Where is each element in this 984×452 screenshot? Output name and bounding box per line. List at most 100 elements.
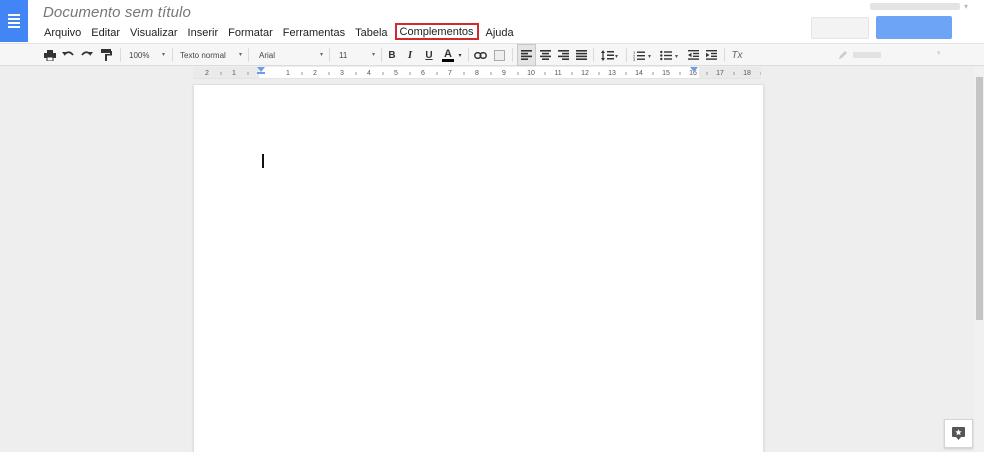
ruler-tick-mark [247,72,249,75]
paint-format-icon[interactable] [98,44,114,66]
text-color-caret-icon[interactable]: ▾ [455,44,465,66]
font-value: Arial [259,50,276,60]
ruler-tick-label: 10 [527,70,535,77]
menu-editar[interactable]: Editar [86,24,125,41]
ruler-tick-mark [544,72,546,75]
ruler[interactable]: 2 1 1 2 3 4 5 6 7 8 9 10 11 12 13 14 15 16 17 18 [193,67,761,79]
ruler-tick-mark [301,72,303,75]
font-size-value: 11 [339,50,348,60]
svg-text:3: 3 [633,57,636,61]
menu-ajuda[interactable]: Ajuda [481,24,519,41]
ruler-tick-label: 9 [502,70,506,77]
toolbar: 100% ▾ Texto normal ▾ Arial ▾ 11 ▾ B I U A ▾… [0,43,984,66]
account-email[interactable] [870,3,960,10]
zoom-value: 100% [129,50,150,60]
link-icon[interactable] [472,44,489,66]
header: Documento sem título Arquivo Editar Visu… [0,0,984,43]
ruler-tick-label: 1 [232,70,236,77]
menu-complementos[interactable]: Complementos [394,23,479,40]
menu-inserir[interactable]: Inserir [183,24,224,41]
style-select[interactable]: Texto normal ▾ [178,44,244,66]
svg-text:▾: ▾ [675,54,678,60]
ruler-tick-label: 2 [313,70,317,77]
ruler-tick-label: 13 [608,70,616,77]
ruler-tick-mark [328,72,330,75]
zoom-select[interactable]: 100% ▾ [127,44,167,66]
scrollbar-thumb[interactable] [976,77,983,320]
ruler-tick-mark [463,72,465,75]
justify-icon[interactable] [572,44,590,66]
redo-icon[interactable] [79,44,95,66]
chevron-down-icon: ▾ [238,52,242,58]
ruler-scale: 2 1 1 2 3 4 5 6 7 8 9 10 11 12 13 14 15 16 17 18 [205,67,761,77]
italic-button[interactable]: I [402,44,418,66]
align-right-icon[interactable] [554,44,572,66]
menu-arquivo[interactable]: Arquivo [39,24,86,41]
comments-button[interactable] [811,17,869,39]
ruler-tick-mark [625,72,627,75]
style-value: Texto normal [180,50,226,60]
ruler-tick-label: 16 [689,70,697,77]
decrease-indent-icon[interactable] [685,44,702,66]
ruler-tick-label: 4 [367,70,371,77]
ruler-tick-mark [733,72,735,75]
line-spacing-icon[interactable]: ▾ [598,44,622,66]
comment-icon[interactable] [491,44,508,66]
ruler-tick-mark [706,72,708,75]
docs-logo-icon[interactable] [0,0,28,42]
ruler-tick-label: 17 [716,70,724,77]
ruler-tick-label: 14 [635,70,643,77]
increase-indent-icon[interactable] [703,44,720,66]
ruler-tick-label: 1 [286,70,290,77]
ruler-tick-mark [355,72,357,75]
editing-mode-button[interactable] [838,48,888,62]
chevron-down-icon: ▾ [371,52,375,58]
menu-tabela[interactable]: Tabela [350,24,392,41]
explore-icon [952,427,965,440]
chevron-down-icon: ▾ [319,52,323,58]
font-size-select[interactable]: 11 ▾ [337,44,377,66]
vertical-scrollbar[interactable] [974,67,984,452]
ruler-tick-label: 11 [554,70,561,77]
bulleted-list-icon[interactable]: ▾ [657,44,683,66]
text-color-button[interactable]: A [440,44,456,66]
document-title[interactable]: Documento sem título [43,4,191,21]
menu-formatar[interactable]: Formatar [223,24,278,41]
ruler-tick-label: 15 [662,70,670,77]
ruler-tick-mark [652,72,654,75]
explore-button[interactable] [944,419,973,448]
ruler-tick-mark [490,72,492,75]
undo-icon[interactable] [60,44,76,66]
chevron-down-icon[interactable]: ▾ [937,49,941,57]
align-left-icon[interactable] [517,44,536,66]
ruler-tick-label: 7 [448,70,452,77]
align-center-icon[interactable] [536,44,554,66]
chevron-down-icon: ▾ [161,52,165,58]
menu-visualizar[interactable]: Visualizar [125,24,183,41]
ruler-tick-label: 18 [743,70,751,77]
clear-formatting-icon[interactable]: Tx [728,44,746,66]
ruler-tick-mark [760,72,761,75]
ruler-tick-label: 2 [205,70,209,77]
print-icon[interactable] [42,44,58,66]
svg-text:▾: ▾ [648,54,651,60]
document-page[interactable] [193,84,764,452]
account-caret-icon[interactable]: ▾ [964,2,968,11]
pencil-icon [839,51,847,59]
ruler-tick-label: 5 [394,70,398,77]
ruler-tick-mark [517,72,519,75]
text-cursor [262,154,264,168]
underline-button[interactable]: U [421,44,437,66]
menu-bar: Arquivo Editar Visualizar Inserir Format… [39,23,519,41]
ruler-tick-mark [679,72,681,75]
ruler-tick-label: 12 [581,70,589,77]
font-select[interactable]: Arial ▾ [257,44,325,66]
menu-ferramentas[interactable]: Ferramentas [278,24,350,41]
share-button[interactable] [876,16,952,39]
bold-button[interactable]: B [384,44,400,66]
ruler-tick-mark [220,72,222,75]
numbered-list-icon[interactable]: 1 2 3 ▾ [630,44,656,66]
ruler-tick-mark [382,72,384,75]
svg-text:▾: ▾ [615,54,618,60]
ruler-tick-mark [409,72,411,75]
